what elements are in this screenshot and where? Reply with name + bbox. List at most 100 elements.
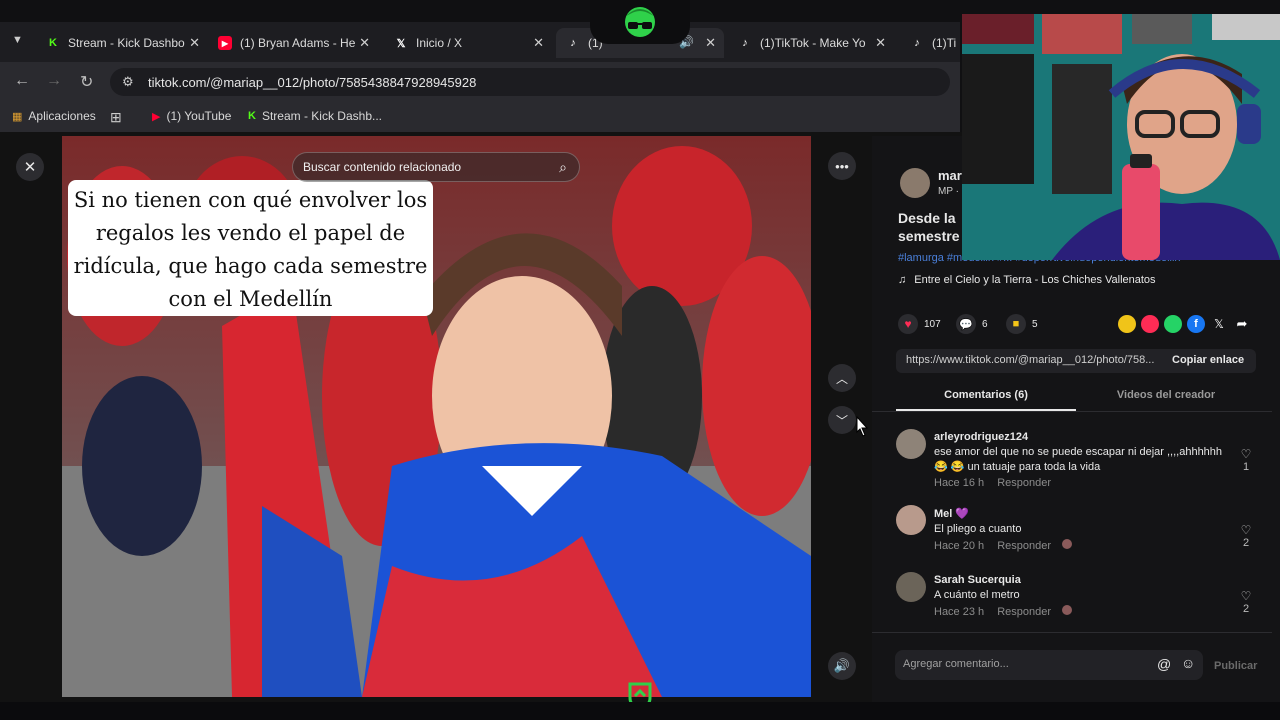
photo-caption: Si no tienen con qué envolver los regalo… (68, 180, 433, 316)
heart-outline-icon: ♡ (1240, 447, 1252, 461)
bookmark-grid[interactable]: ⊞ (110, 109, 128, 126)
forward-icon[interactable]: → (46, 72, 62, 90)
author-avatar[interactable] (900, 168, 930, 198)
emoji-icon[interactable]: ☺ (1181, 655, 1195, 671)
bookmark-kick[interactable]: K Stream - Kick Dashb... (248, 109, 382, 123)
close-icon[interactable]: ✕ (533, 35, 544, 51)
share-friends-icon[interactable] (1118, 315, 1136, 333)
copy-link-button[interactable]: Copiar enlace (1172, 354, 1244, 366)
share-icons: f 𝕏 ➦ (1118, 315, 1251, 333)
back-icon[interactable]: ← (14, 72, 30, 90)
avatar[interactable] (896, 572, 926, 602)
url-text: tiktok.com/@mariap__012/photo/7585438847… (148, 74, 477, 90)
save-count: 5 (1032, 318, 1038, 330)
share-arrow-icon[interactable]: ➦ (1233, 315, 1251, 333)
tab-strip: ▼ K Stream - Kick Dashbo ✕ ▶ (1) Bryan A… (0, 22, 960, 62)
comment-count: 6 (982, 318, 988, 330)
tab-comments[interactable]: Comentarios (6) (896, 389, 1076, 401)
close-icon[interactable]: ✕ (705, 35, 716, 51)
save-button[interactable]: ■ 5 (1006, 314, 1038, 334)
link-box: https://www.tiktok.com/@mariap__012/phot… (896, 349, 1256, 373)
screen: ▼ K Stream - Kick Dashbo ✕ ▶ (1) Bryan A… (0, 0, 1280, 720)
comment-user[interactable]: arleyrodriguez124 (934, 431, 1234, 443)
previous-post-button[interactable]: ︿ (828, 364, 856, 392)
comment-like-count: 1 (1242, 461, 1250, 473)
bookmark-label: Stream - Kick Dashb... (261, 109, 382, 123)
site-settings-icon[interactable]: ⚙ (122, 74, 134, 90)
mention-icon[interactable]: @ (1157, 656, 1171, 672)
bookmark-apps[interactable]: ▦ Aplicaciones (12, 109, 96, 123)
close-icon[interactable]: ✕ (875, 35, 886, 51)
streamer-logo-icon (625, 7, 655, 37)
bookmarks-bar: ▦ Aplicaciones ⊞ ▶ (1) YouTube K Stream … (0, 102, 960, 132)
comment-text: A cuánto el metro (934, 589, 1020, 601)
close-icon[interactable]: ✕ (359, 35, 370, 51)
like-count: 107 (924, 318, 941, 330)
bookmark-label: (1) YouTube (166, 109, 232, 123)
tiktok-icon: ♪ (914, 37, 920, 49)
comment-item: Sarah Sucerquia A cuánto el metro Hace 2… (934, 574, 1234, 618)
comment-user[interactable]: Sarah Sucerquia (934, 574, 1234, 586)
comment-item: Mel 💜 El pliego a cuanto Hace 20 h Respo… (934, 507, 1234, 552)
reply-link[interactable]: Responder (997, 606, 1051, 618)
author-name[interactable]: mar (938, 168, 962, 183)
tab-label: (1) Bryan Adams - He (240, 36, 356, 50)
comment-input[interactable]: Agregar comentario... @ ☺ (895, 650, 1203, 680)
volume-button[interactable]: 🔊 (828, 652, 856, 680)
comment-placeholder: Agregar comentario... (903, 658, 1009, 670)
reply-link[interactable]: Responder (997, 477, 1051, 489)
related-search-pill[interactable]: Buscar contenido relacionado ⌕ (292, 152, 580, 182)
comment-user[interactable]: Mel 💜 (934, 507, 1234, 520)
tab-list-dropdown-icon[interactable]: ▼ (12, 34, 23, 46)
publish-button[interactable]: Publicar (1214, 660, 1257, 672)
like-button[interactable]: ♥ 107 (898, 314, 941, 334)
whatsapp-icon[interactable] (1164, 315, 1182, 333)
youtube-icon: ▶ (152, 110, 161, 123)
comment-item: arleyrodriguez124 ese amor del que no se… (934, 431, 1234, 489)
comment-like[interactable]: ♡ 2 (1238, 589, 1254, 615)
tab-label: (1)TikTok - Make Yo (760, 36, 866, 50)
navigation-bar: ← → ↻ ⚙ tiktok.com/@mariap__012/photo/75… (0, 62, 960, 102)
bookmark-label: Aplicaciones (28, 109, 96, 123)
search-icon[interactable]: ⌕ (559, 159, 567, 176)
search-placeholder: Buscar contenido relacionado (303, 160, 462, 174)
avatar[interactable] (896, 505, 926, 535)
bookmark-youtube[interactable]: ▶ (1) YouTube (152, 109, 231, 123)
tab-kick[interactable]: K Stream - Kick Dashbo ✕ (36, 28, 208, 58)
post-link[interactable]: https://www.tiktok.com/@mariap__012/phot… (906, 354, 1154, 366)
post-title-line1: Desde la (898, 210, 956, 226)
address-bar[interactable]: ⚙ tiktok.com/@mariap__012/photo/75854388… (110, 68, 950, 96)
tab-youtube[interactable]: ▶ (1) Bryan Adams - He ✕ (208, 28, 378, 58)
music-row[interactable]: ♫ Entre el Cielo y la Tierra - Los Chich… (898, 274, 1156, 286)
x-share-icon[interactable]: 𝕏 (1210, 315, 1228, 333)
close-viewer-button[interactable]: ✕ (16, 153, 44, 181)
avatar[interactable] (896, 429, 926, 459)
share-send-icon[interactable] (1141, 315, 1159, 333)
comment-like[interactable]: ♡ 1 (1238, 447, 1254, 473)
close-icon[interactable]: ✕ (189, 35, 200, 51)
mouse-cursor-icon (856, 416, 869, 437)
bookmark-icon: ■ (1006, 314, 1026, 334)
tab-creator-videos[interactable]: Videos del creador (1076, 389, 1256, 401)
tab-x[interactable]: 𝕏 Inicio / X ✕ (384, 28, 552, 58)
tab-tiktok[interactable]: ♪ (1)TikTok - Make Yo ✕ (728, 28, 894, 58)
reload-icon[interactable]: ↻ (80, 72, 93, 92)
creator-liked-icon (1062, 605, 1073, 615)
more-options-button[interactable]: ••• (828, 152, 856, 180)
comment-bubble-icon: 💬 (956, 314, 976, 334)
music-title: Entre el Cielo y la Tierra - Los Chiches… (914, 274, 1156, 286)
tab-label: Stream - Kick Dashbo (68, 36, 185, 50)
heart-outline-icon: ♡ (1240, 589, 1252, 603)
author-handle: MP · (938, 186, 959, 197)
next-post-button[interactable]: ﹀ (828, 406, 856, 434)
heart-icon: ♥ (898, 314, 918, 334)
comment-button[interactable]: 💬 6 (956, 314, 988, 334)
reply-link[interactable]: Responder (997, 540, 1051, 552)
x-icon: 𝕏 (396, 37, 406, 50)
comment-like[interactable]: ♡ 2 (1238, 523, 1254, 549)
facebook-icon[interactable]: f (1187, 315, 1205, 333)
comment-like-count: 2 (1242, 537, 1250, 549)
comment-like-count: 2 (1242, 603, 1250, 615)
tab-tiktok-partial[interactable]: ♪ (1)Ti (900, 28, 960, 58)
comment-meta: Hace 16 h Responder (934, 477, 1234, 489)
